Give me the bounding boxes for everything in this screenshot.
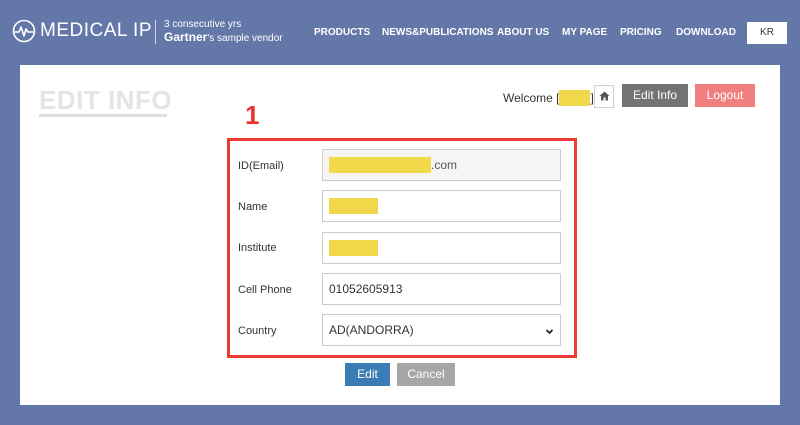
nav-pricing[interactable]: PRICING [620,27,662,38]
edit-submit-button[interactable]: Edit [345,363,390,386]
logo-text: MEDICAL IP [40,20,152,41]
top-navigation-bar: MEDICAL IP 3 consecutive yrs Gartner's s… [0,0,800,65]
email-label: ID(Email) [238,160,284,172]
country-label: Country [238,325,277,337]
institute-field[interactable] [322,232,561,264]
chevron-down-icon [545,325,554,339]
name-field[interactable] [322,190,561,222]
redacted-email [329,157,431,173]
home-icon [599,89,610,104]
cell-phone-value: 01052605913 [329,282,403,296]
edit-info-button[interactable]: Edit Info [622,84,688,107]
cancel-button[interactable]: Cancel [397,363,455,386]
welcome-text: Welcome [ ] [503,90,594,106]
language-button[interactable]: KR [747,22,787,44]
welcome-prefix: Welcome [ [503,91,560,105]
edit-info-card: EDIT INFO Welcome [ ] Edit Info Logout 1… [20,65,780,405]
email-suffix: .com [431,158,458,172]
cell-phone-label: Cell Phone [238,284,292,296]
redacted-institute [329,240,378,256]
page-title-underline [39,114,167,117]
home-button[interactable] [594,85,614,108]
page-title: EDIT INFO [39,85,173,115]
logo[interactable]: MEDICAL IP [12,19,152,43]
redacted-name [329,198,378,214]
nav-about-us[interactable]: ABOUT US [497,27,549,38]
gartner-tagline: 3 consecutive yrs Gartner's sample vendo… [164,18,283,45]
redacted-username [559,90,591,106]
logout-button[interactable]: Logout [695,84,755,107]
name-label: Name [238,201,268,213]
institute-label: Institute [238,242,277,254]
email-field: .com [322,149,561,181]
nav-products[interactable]: PRODUCTS [314,27,370,38]
tagline-rest: 's sample vendor [207,33,283,44]
heartbeat-logo-icon [12,19,36,43]
tagline-line2: Gartner's sample vendor [164,31,283,45]
gartner-brand: Gartner [164,30,208,44]
nav-download[interactable]: DOWNLOAD [676,27,736,38]
country-selected-value: AD(ANDORRA) [329,323,414,337]
country-select[interactable]: AD(ANDORRA) [322,314,561,346]
nav-news-publications[interactable]: NEWS&PUBLICATIONS [382,27,493,38]
cell-phone-field[interactable]: 01052605913 [322,273,561,305]
logo-divider [155,20,156,44]
annotation-number: 1 [245,100,260,130]
nav-my-page[interactable]: MY PAGE [562,27,607,38]
